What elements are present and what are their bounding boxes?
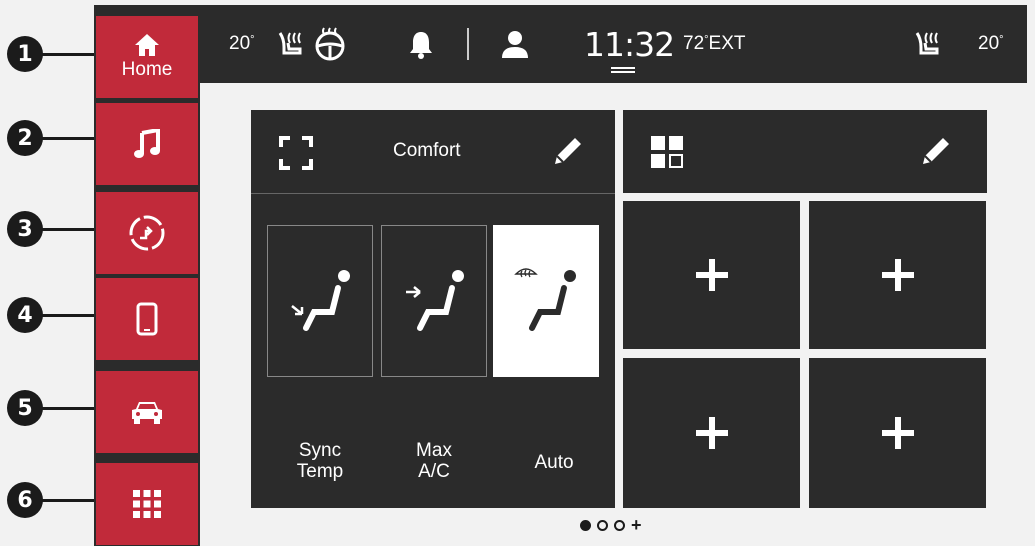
- add-widget-button[interactable]: [623, 201, 800, 349]
- edit-pencil-icon[interactable]: [551, 134, 585, 168]
- callout-line: [40, 228, 102, 231]
- widget-panel-header: [623, 110, 987, 193]
- music-note-icon: [134, 129, 160, 158]
- heated-steering-wheel-button[interactable]: [312, 5, 348, 83]
- sidebar-item-audio[interactable]: [96, 103, 198, 185]
- plus-icon: [695, 259, 728, 291]
- navigation-icon: [129, 215, 165, 251]
- comfort-panel-header: Comfort: [251, 110, 615, 194]
- widget-layout-icon[interactable]: [649, 134, 685, 170]
- sidebar: Home: [94, 5, 200, 546]
- page-dot-1[interactable]: [580, 520, 591, 531]
- callout-1: 1: [7, 36, 43, 72]
- apps-grid-icon: [133, 490, 161, 518]
- comfort-panel: Comfort Sync Temp Max A/C Auto: [251, 110, 615, 508]
- defrost-airflow-icon: [514, 268, 576, 331]
- callout-5: 5: [7, 390, 43, 426]
- heated-seat-button[interactable]: [276, 5, 310, 83]
- sync-temp-button[interactable]: [267, 225, 373, 377]
- car-icon: [132, 402, 162, 424]
- divider: [467, 28, 469, 60]
- callout-6: 6: [7, 482, 43, 518]
- exterior-temperature: 72 ° EXT: [683, 33, 746, 54]
- plus-icon: [881, 259, 914, 291]
- passenger-heated-seat-icon: [915, 32, 939, 55]
- auto-button[interactable]: [493, 225, 599, 377]
- plus-icon: [881, 417, 914, 449]
- callout-3: 3: [7, 211, 43, 247]
- callout-line: [40, 499, 102, 502]
- add-page-button[interactable]: +: [631, 516, 642, 534]
- edit-pencil-icon[interactable]: [919, 134, 953, 168]
- status-bar: 20 ° 11:32 72 ° EXT 20 °: [200, 5, 1027, 83]
- page-dot-3[interactable]: [614, 520, 625, 531]
- auto-label: Auto: [534, 452, 574, 473]
- sidebar-item-label: Home: [121, 59, 173, 80]
- callout-line: [40, 137, 102, 140]
- plus-icon: [695, 417, 728, 449]
- phone-icon: [136, 302, 158, 336]
- add-widget-button[interactable]: [809, 201, 986, 349]
- driver-temperature[interactable]: 20 °: [229, 5, 255, 83]
- add-widget-button[interactable]: [809, 358, 986, 508]
- clock-indicator: [611, 71, 635, 73]
- heated-steering-wheel-icon: [315, 27, 345, 61]
- callout-line: [40, 53, 102, 56]
- passenger-heated-seat-button[interactable]: [913, 5, 947, 83]
- sidebar-item-vehicle[interactable]: [96, 371, 198, 453]
- airflow-lower-icon: [291, 270, 350, 331]
- callout-4: 4: [7, 297, 43, 333]
- expand-icon[interactable]: [279, 136, 313, 170]
- bell-icon: [410, 32, 432, 59]
- heated-seat-icon: [278, 32, 302, 55]
- callout-line: [40, 407, 102, 410]
- max-ac-button[interactable]: [381, 225, 487, 377]
- sidebar-item-phone[interactable]: [96, 278, 198, 360]
- page-indicator: +: [580, 516, 642, 534]
- airflow-upper-icon: [406, 270, 464, 331]
- home-icon: [135, 34, 159, 56]
- user-profile-button[interactable]: [500, 5, 530, 83]
- page-dot-2[interactable]: [597, 520, 608, 531]
- sync-temp-label: Sync Temp: [296, 440, 344, 482]
- passenger-temperature[interactable]: 20 °: [978, 5, 1004, 83]
- user-profile-icon: [502, 31, 528, 58]
- comfort-title: Comfort: [393, 140, 461, 161]
- add-widget-button[interactable]: [623, 358, 800, 508]
- max-ac-label: Max A/C: [416, 440, 452, 482]
- callout-2: 2: [7, 120, 43, 156]
- notifications-button[interactable]: [407, 5, 435, 83]
- sidebar-item-home[interactable]: Home: [96, 16, 198, 98]
- sidebar-item-navigation[interactable]: [96, 192, 198, 274]
- sidebar-item-apps[interactable]: [96, 463, 198, 545]
- callout-line: [40, 314, 102, 317]
